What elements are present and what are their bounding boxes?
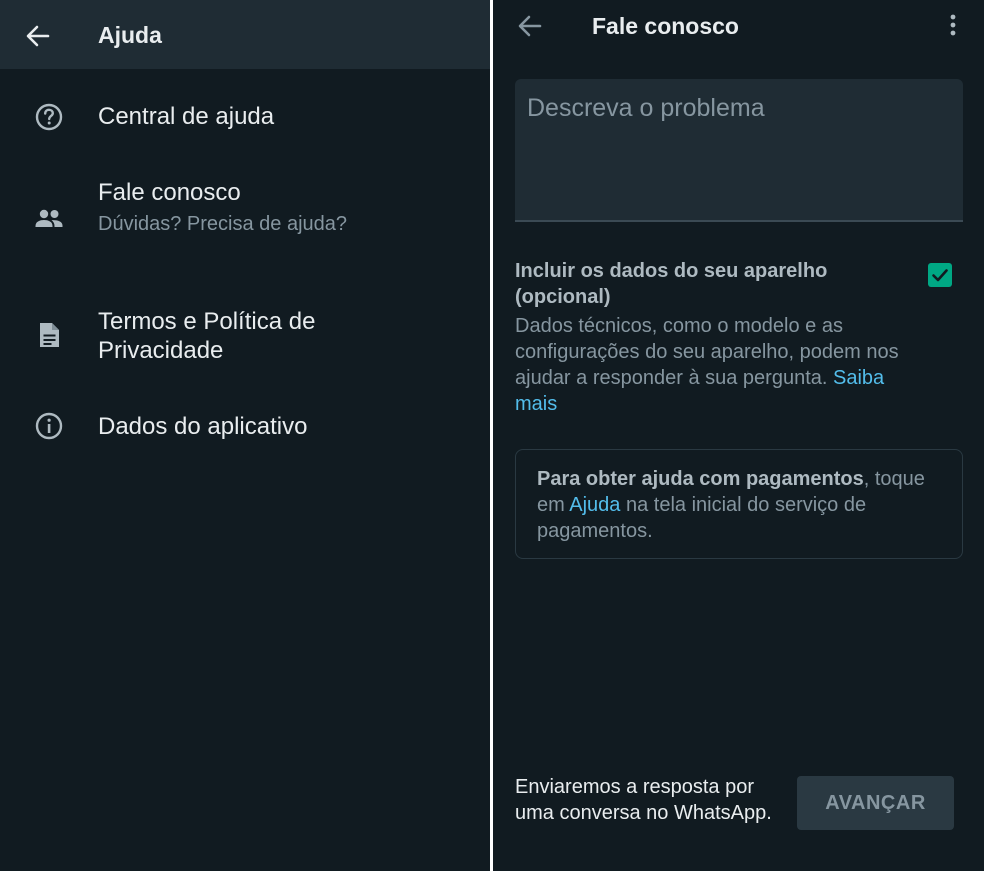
contact-appbar: Fale conosco bbox=[493, 0, 984, 52]
payments-help-text: Para obter ajuda com pagamentos, toque e… bbox=[537, 466, 937, 544]
check-icon bbox=[932, 269, 948, 282]
document-icon bbox=[32, 318, 66, 352]
include-device-data-checkbox[interactable] bbox=[928, 263, 952, 287]
menu-item-label: Central de ajuda bbox=[98, 103, 275, 130]
more-options-icon[interactable] bbox=[943, 12, 963, 40]
help-screen: Ajuda Central de ajuda Fale conosco Dúvi… bbox=[0, 0, 490, 871]
problem-description-input[interactable]: Descreva o problema bbox=[515, 79, 963, 222]
menu-item-contact-us[interactable]: Fale conosco Dúvidas? Precisa de ajuda? bbox=[0, 170, 490, 274]
page-title: Ajuda bbox=[98, 22, 162, 48]
problem-description-placeholder: Descreva o problema bbox=[527, 94, 765, 122]
people-icon bbox=[32, 202, 66, 236]
help-circle-icon bbox=[32, 100, 66, 134]
menu-item-label: Dados do aplicativo bbox=[98, 413, 308, 440]
menu-item-label: Fale conosco bbox=[98, 179, 241, 206]
payments-help-card: Para obter ajuda com pagamentos, toque e… bbox=[515, 449, 963, 559]
next-button[interactable]: AVANÇAR bbox=[797, 776, 954, 830]
page-title: Fale conosco bbox=[592, 13, 739, 39]
info-icon bbox=[32, 409, 66, 443]
menu-item-help-center[interactable]: Central de ajuda bbox=[0, 96, 490, 140]
menu-item-subtitle: Dúvidas? Precisa de ajuda? bbox=[98, 213, 348, 235]
include-device-data-title: Incluir os dados do seu aparelho (opcion… bbox=[515, 260, 828, 308]
menu-item-terms-privacy[interactable]: Termos e Política de Privacidade bbox=[0, 302, 490, 374]
back-arrow-icon[interactable] bbox=[22, 22, 54, 50]
include-device-data-description: Dados técnicos, como o modelo e as confi… bbox=[515, 313, 905, 417]
menu-item-label: Termos e Política de Privacidade bbox=[98, 308, 316, 364]
payments-help-link[interactable]: Ajuda bbox=[569, 494, 620, 516]
contact-screen: Fale conosco Descreva o problema Incluir… bbox=[493, 0, 984, 871]
back-arrow-icon[interactable] bbox=[515, 12, 545, 40]
menu-item-app-info[interactable]: Dados do aplicativo bbox=[0, 404, 490, 450]
help-appbar: Ajuda bbox=[0, 0, 490, 69]
footer-response-note: Enviaremos a resposta por uma conversa n… bbox=[515, 776, 772, 824]
payments-help-bold: Para obter ajuda com pagamentos bbox=[537, 468, 864, 490]
